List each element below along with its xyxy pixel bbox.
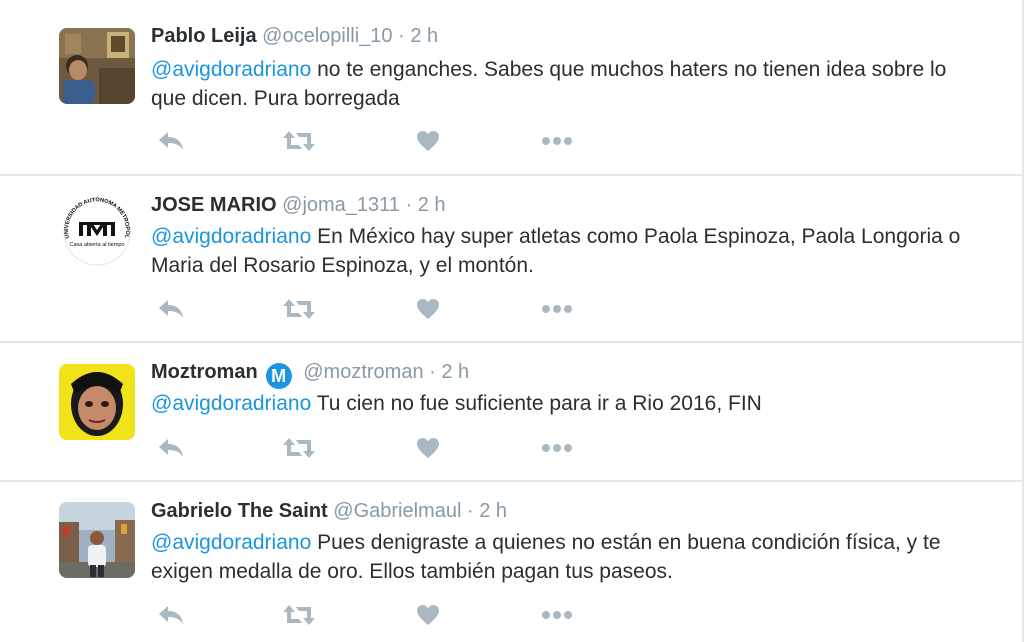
retweet-icon (283, 299, 315, 319)
tweet-text: @avigdoradriano En México hay super atle… (151, 222, 981, 280)
separator: · (398, 25, 405, 47)
tweet-header: Pablo Leija @ocelopilli_10 · 2 h (151, 24, 438, 48)
display-name[interactable]: Gabrielo The Saint (151, 500, 328, 522)
tweet: Pablo Leija @ocelopilli_10 · 2 h @avigdo… (0, 0, 1022, 176)
tweet-text: @avigdoradriano no te enganches. Sabes q… (151, 55, 981, 113)
like-button[interactable] (408, 600, 448, 630)
avatar[interactable] (59, 502, 135, 578)
reply-icon (159, 300, 183, 318)
logo-motto: Casa abierta al tiempo (69, 242, 124, 248)
more-button[interactable] (537, 294, 577, 324)
avatar[interactable]: UNIVERSIDAD AUTÓNOMA METROPOLITANA Casa … (59, 194, 135, 270)
tweet-body: Tu cien no fue suficiente para ir a Rio … (311, 392, 762, 415)
verified-badge-icon: M (265, 363, 292, 389)
reply-icon (159, 132, 183, 150)
timestamp[interactable]: 2 h (441, 361, 469, 383)
mention-link[interactable]: @avigdoradriano (151, 58, 311, 81)
mention-link[interactable]: @avigdoradriano (151, 531, 311, 554)
more-button[interactable] (537, 600, 577, 630)
tweet-actions (151, 433, 591, 463)
retweet-button[interactable] (279, 294, 319, 324)
more-button[interactable] (537, 433, 577, 463)
timestamp[interactable]: 2 h (479, 500, 507, 522)
username[interactable]: @moztroman (303, 361, 423, 383)
more-icon (542, 444, 572, 452)
mention-link[interactable]: @avigdoradriano (151, 392, 311, 415)
tweet-header: JOSE MARIO @joma_1311 · 2 h (151, 193, 446, 217)
username[interactable]: @joma_1311 (282, 194, 400, 216)
more-icon (542, 305, 572, 313)
like-button[interactable] (408, 433, 448, 463)
display-name[interactable]: JOSE MARIO (151, 194, 277, 216)
reply-button[interactable] (151, 433, 191, 463)
retweet-button[interactable] (279, 433, 319, 463)
more-icon (542, 611, 572, 619)
heart-icon (417, 605, 439, 625)
tweet-text: @avigdoradriano Pues denigraste a quiene… (151, 528, 981, 586)
tweet-actions (151, 126, 591, 156)
heart-icon (417, 438, 439, 458)
reply-icon (159, 439, 183, 457)
avatar[interactable] (59, 364, 135, 440)
tweet-actions (151, 600, 591, 630)
like-button[interactable] (408, 126, 448, 156)
retweet-icon (283, 131, 315, 151)
display-name[interactable]: Pablo Leija (151, 25, 257, 47)
tweet-feed: Pablo Leija @ocelopilli_10 · 2 h @avigdo… (0, 0, 1022, 642)
tweet: Moztroman M @moztroman · 2 h @avigdoradri… (0, 343, 1022, 482)
tweet-actions (151, 294, 591, 324)
tweet-header: Gabrielo The Saint @Gabrielmaul · 2 h (151, 499, 507, 523)
tweet: Gabrielo The Saint @Gabrielmaul · 2 h @a… (0, 482, 1022, 642)
tweet-header: Moztroman M @moztroman · 2 h (151, 360, 469, 389)
separator: · (405, 194, 413, 216)
reply-button[interactable] (151, 600, 191, 630)
mention-link[interactable]: @avigdoradriano (151, 225, 311, 248)
retweet-button[interactable] (279, 600, 319, 630)
username[interactable]: @ocelopilli_10 (262, 25, 392, 47)
username[interactable]: @Gabrielmaul (333, 500, 461, 522)
reply-icon (159, 606, 183, 624)
tweet: UNIVERSIDAD AUTÓNOMA METROPOLITANA Casa … (0, 176, 1022, 343)
heart-icon (417, 131, 439, 151)
reply-button[interactable] (151, 294, 191, 324)
reply-button[interactable] (151, 126, 191, 156)
heart-icon (417, 299, 439, 319)
timestamp[interactable]: 2 h (418, 194, 446, 216)
timestamp[interactable]: 2 h (410, 25, 438, 47)
separator: · (466, 500, 474, 522)
retweet-icon (283, 438, 315, 458)
more-icon (542, 137, 572, 145)
separator: · (429, 361, 436, 383)
avatar[interactable] (59, 28, 135, 104)
like-button[interactable] (408, 294, 448, 324)
tweet-text: @avigdoradriano Tu cien no fue suficient… (151, 389, 981, 418)
display-name[interactable]: Moztroman (151, 361, 258, 383)
more-button[interactable] (537, 126, 577, 156)
retweet-icon (283, 605, 315, 625)
retweet-button[interactable] (279, 126, 319, 156)
